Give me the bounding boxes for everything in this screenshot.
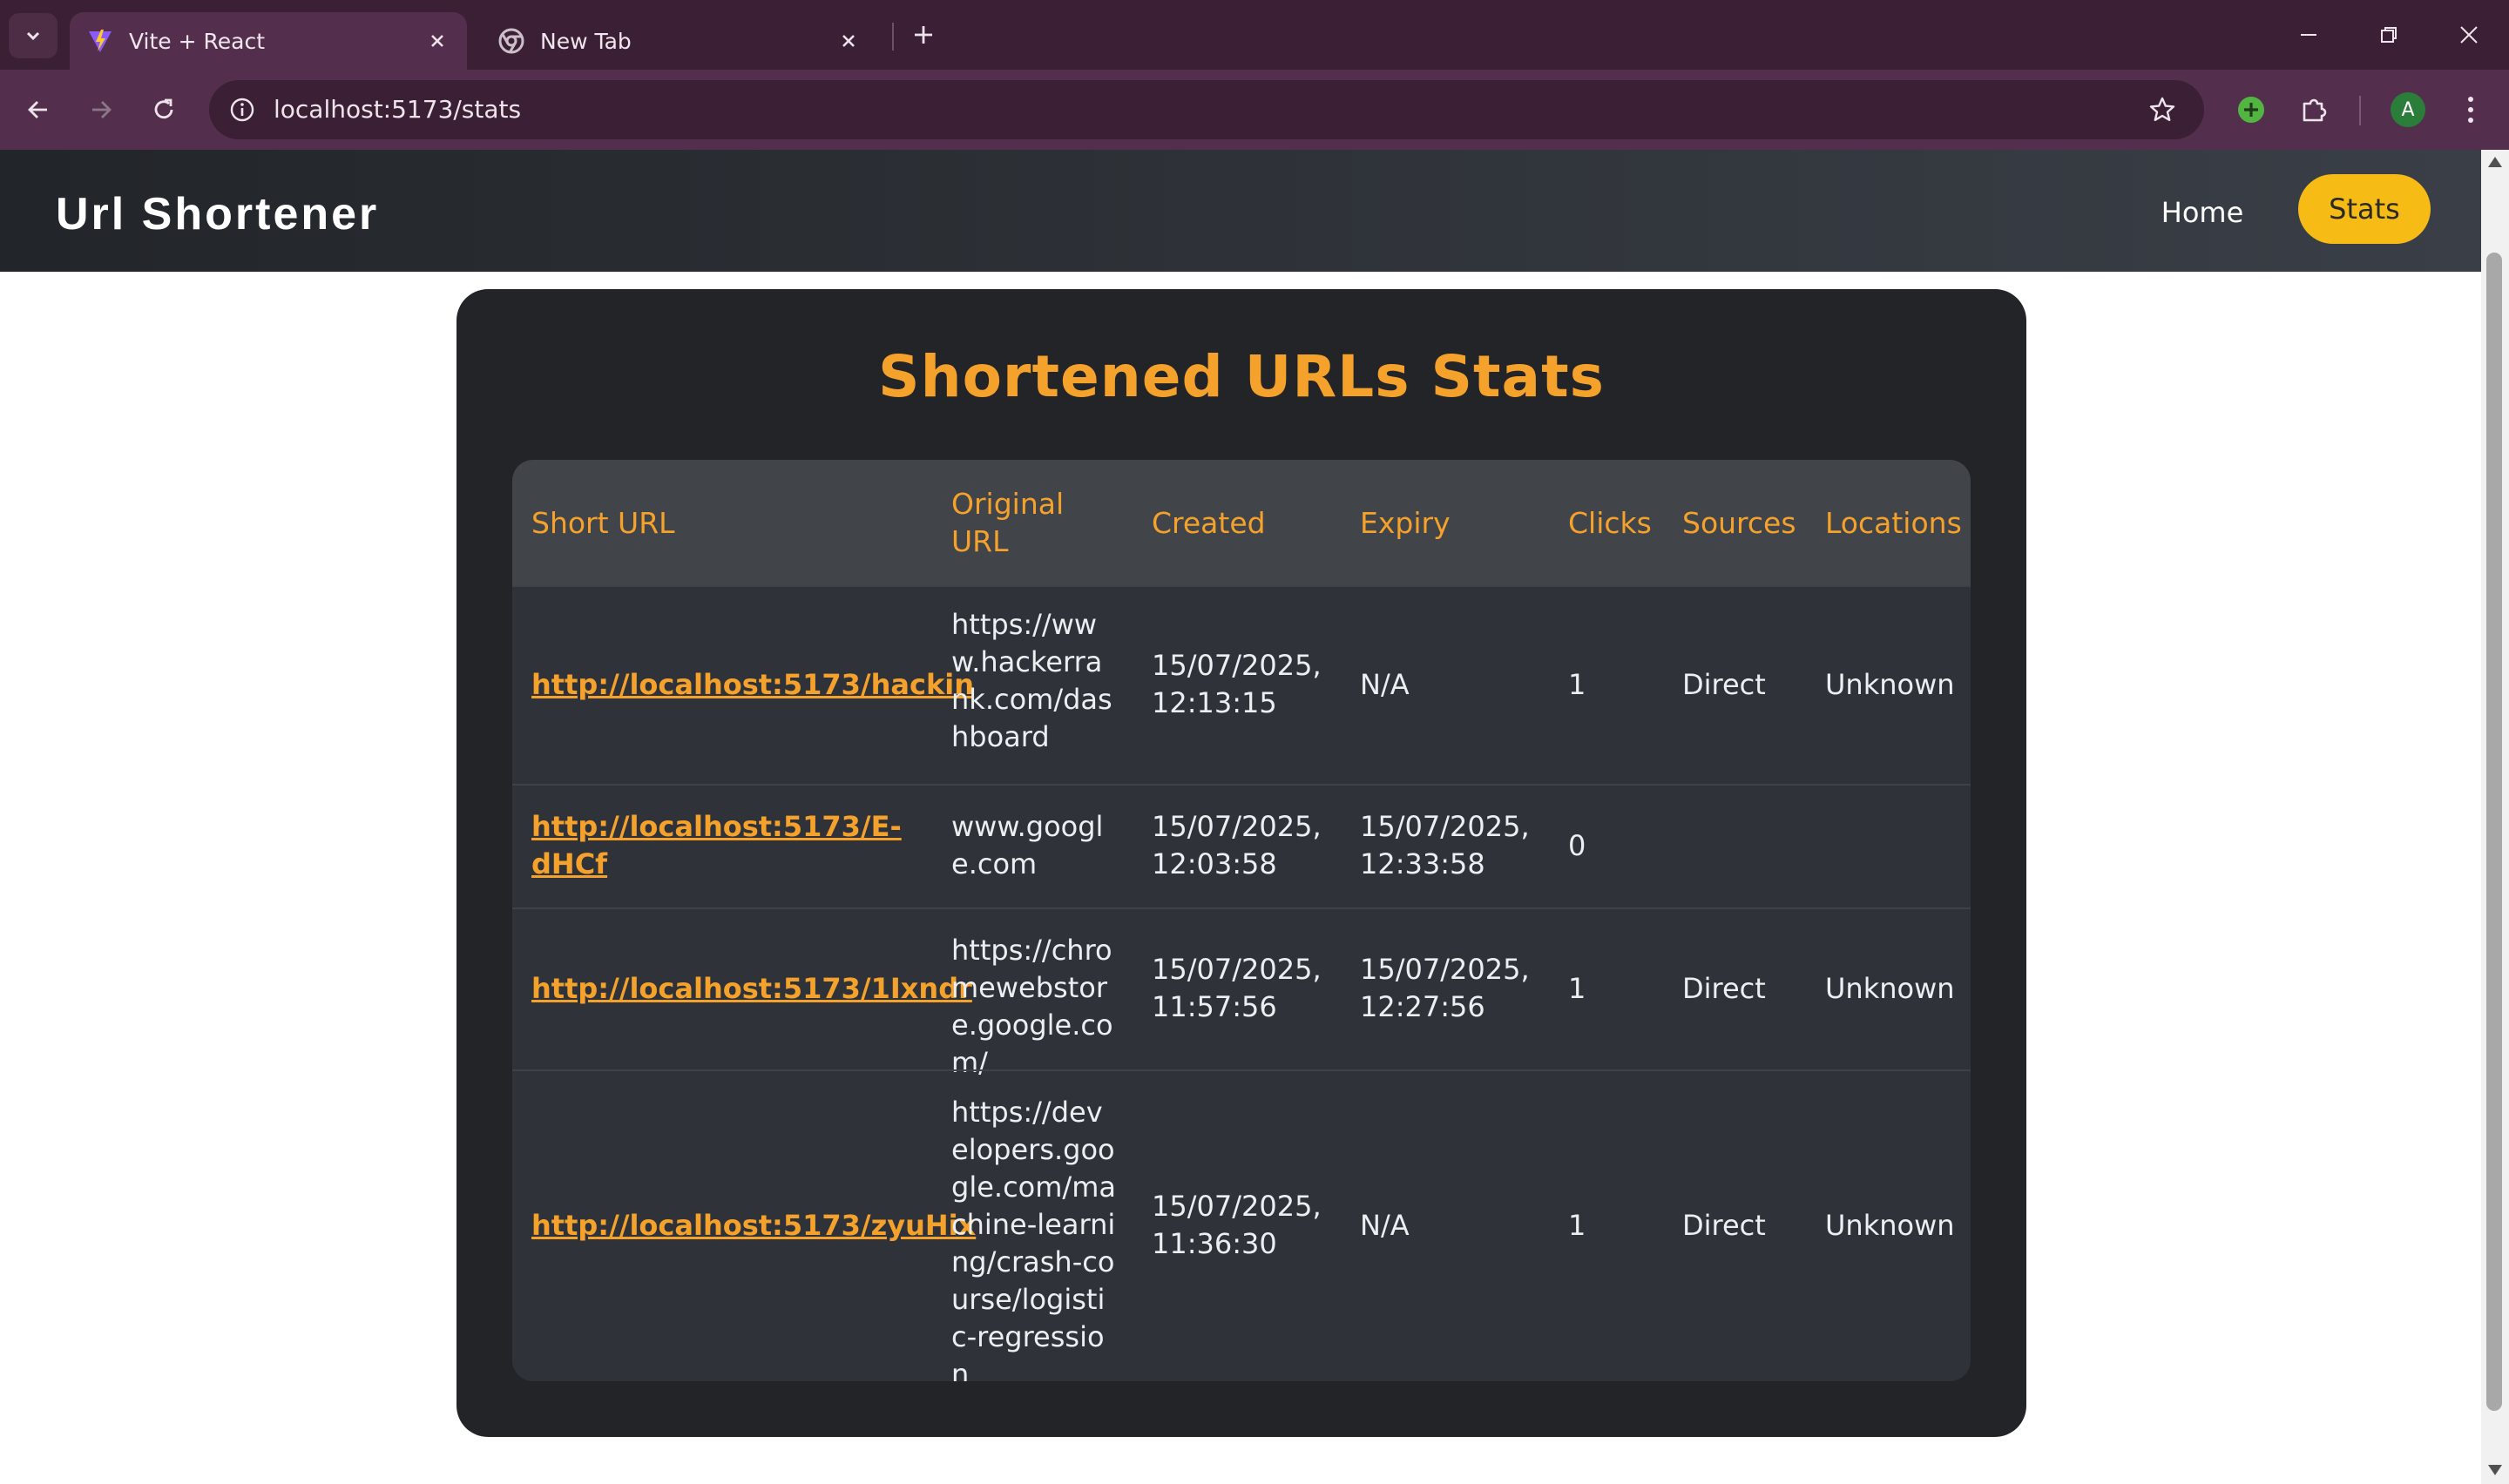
click-count: 1 (1568, 668, 1586, 701)
original-url: www.google.com (951, 810, 1104, 880)
locations: Unknown (1825, 668, 1955, 701)
tab-search-button[interactable] (9, 13, 57, 58)
brand-title[interactable]: Url Shortener (56, 150, 379, 279)
tab-new-tab[interactable]: New Tab (481, 12, 878, 70)
expiry-date: N/A (1360, 1209, 1410, 1242)
click-count: 0 (1568, 829, 1586, 862)
created-date: 15/07/2025, 12:13:15 (1152, 649, 1322, 719)
table-header: Short URL Original URL Created Expiry Cl… (512, 460, 1971, 585)
toolbar-divider (2359, 96, 2361, 125)
original-url: https://www.hackerrank.com/dashboard (951, 608, 1112, 753)
extension-add-icon[interactable] (2230, 89, 2272, 131)
stats-card: Shortened URLs Stats Short URL Original … (456, 289, 2026, 1437)
table-row: http://localhost:5173/hackin https://www… (512, 585, 1971, 786)
arrow-left-icon (28, 101, 47, 118)
original-url: https://developers.google.com/machine-le… (951, 1096, 1116, 1381)
locations: Unknown (1825, 1209, 1955, 1242)
url-text: localhost:5173/stats (274, 95, 522, 124)
minimize-button[interactable] (2282, 16, 2335, 54)
minimize-icon (2301, 34, 2316, 36)
sources: Direct (1682, 972, 1766, 1005)
page-title: Shortened URLs Stats (878, 343, 1605, 410)
app-header: Url Shortener Home Stats (0, 150, 2481, 272)
profile-avatar[interactable]: A (2391, 92, 2425, 127)
browser-tab-strip: Vite + React New Tab (0, 0, 2509, 70)
restore-button[interactable] (2363, 16, 2415, 54)
short-url-link[interactable]: http://localhost:5173/1Ixndr (531, 970, 972, 1008)
created-date: 15/07/2025, 12:03:58 (1152, 810, 1322, 880)
created-date: 15/07/2025, 11:36:30 (1152, 1190, 1322, 1260)
click-count: 1 (1568, 972, 1586, 1005)
column-header-sources: Sources (1682, 506, 1796, 540)
reload-icon (154, 98, 173, 119)
table-row: http://localhost:5173/E-dHCf www.google.… (512, 784, 1971, 909)
tab-divider (892, 23, 894, 51)
back-button[interactable] (16, 87, 61, 132)
plus-icon (915, 26, 932, 44)
column-header-original-url: Original URL (951, 487, 1065, 558)
column-header-locations: Locations (1825, 506, 1962, 540)
arrow-right-icon (92, 101, 112, 118)
forward-button[interactable] (78, 87, 124, 132)
close-icon[interactable] (836, 29, 861, 53)
scroll-down-arrow-icon[interactable] (2488, 1465, 2502, 1475)
extensions-puzzle-icon[interactable] (2293, 89, 2335, 131)
expiry-date: 15/07/2025, 12:27:56 (1360, 953, 1530, 1023)
stats-table: Short URL Original URL Created Expiry Cl… (512, 460, 1971, 1381)
click-count: 1 (1568, 1209, 1586, 1242)
restore-icon (2381, 27, 2397, 43)
chevron-down-icon (26, 31, 40, 41)
short-url-link[interactable]: http://localhost:5173/E-dHCf (531, 808, 902, 883)
locations: Unknown (1825, 972, 1955, 1005)
new-tab-button[interactable] (906, 17, 941, 52)
table-row: http://localhost:5173/zyuHix https://dev… (512, 1069, 1971, 1381)
table-row: http://localhost:5173/1Ixndr https://chr… (512, 907, 1971, 1079)
created-date: 15/07/2025, 11:57:56 (1152, 953, 1322, 1023)
sources: Direct (1682, 1209, 1766, 1242)
original-url: https://chromewebstore.google.com/ (951, 934, 1113, 1079)
tab-title: New Tab (540, 28, 632, 54)
short-url-link[interactable]: http://localhost:5173/hackin (531, 666, 974, 704)
close-icon (2460, 26, 2478, 44)
more-menu-icon[interactable] (2450, 89, 2492, 131)
nav-stats-button[interactable]: Stats (2298, 174, 2431, 244)
sources: Direct (1682, 668, 1766, 701)
close-window-button[interactable] (2443, 16, 2495, 54)
expiry-date: 15/07/2025, 12:33:58 (1360, 810, 1530, 880)
chrome-icon (498, 28, 524, 54)
column-header-created: Created (1152, 506, 1266, 540)
address-bar[interactable]: localhost:5173/stats (209, 80, 2204, 139)
tab-title: Vite + React (129, 28, 266, 54)
scrollbar-thumb[interactable] (2486, 253, 2502, 1411)
column-header-expiry: Expiry (1360, 506, 1451, 540)
expiry-date: N/A (1360, 668, 1410, 701)
reload-button[interactable] (141, 87, 186, 132)
site-info-icon[interactable] (221, 89, 263, 131)
scroll-up-arrow-icon[interactable] (2488, 157, 2502, 167)
vite-logo-icon (89, 30, 112, 52)
bookmark-star-icon[interactable] (2143, 91, 2181, 129)
tab-vite-react[interactable]: Vite + React (70, 12, 467, 70)
browser-toolbar: localhost:5173/stats A (0, 70, 2509, 150)
column-header-clicks: Clicks (1568, 506, 1652, 540)
page-viewport: Url Shortener Home Stats Shortened URLs … (0, 150, 2481, 1484)
close-icon[interactable] (425, 29, 450, 53)
short-url-link[interactable]: http://localhost:5173/zyuHix (531, 1207, 976, 1245)
column-header-short-url: Short URL (531, 506, 675, 540)
page-scrollbar[interactable] (2481, 150, 2509, 1484)
nav-home-link[interactable]: Home (2131, 185, 2274, 240)
